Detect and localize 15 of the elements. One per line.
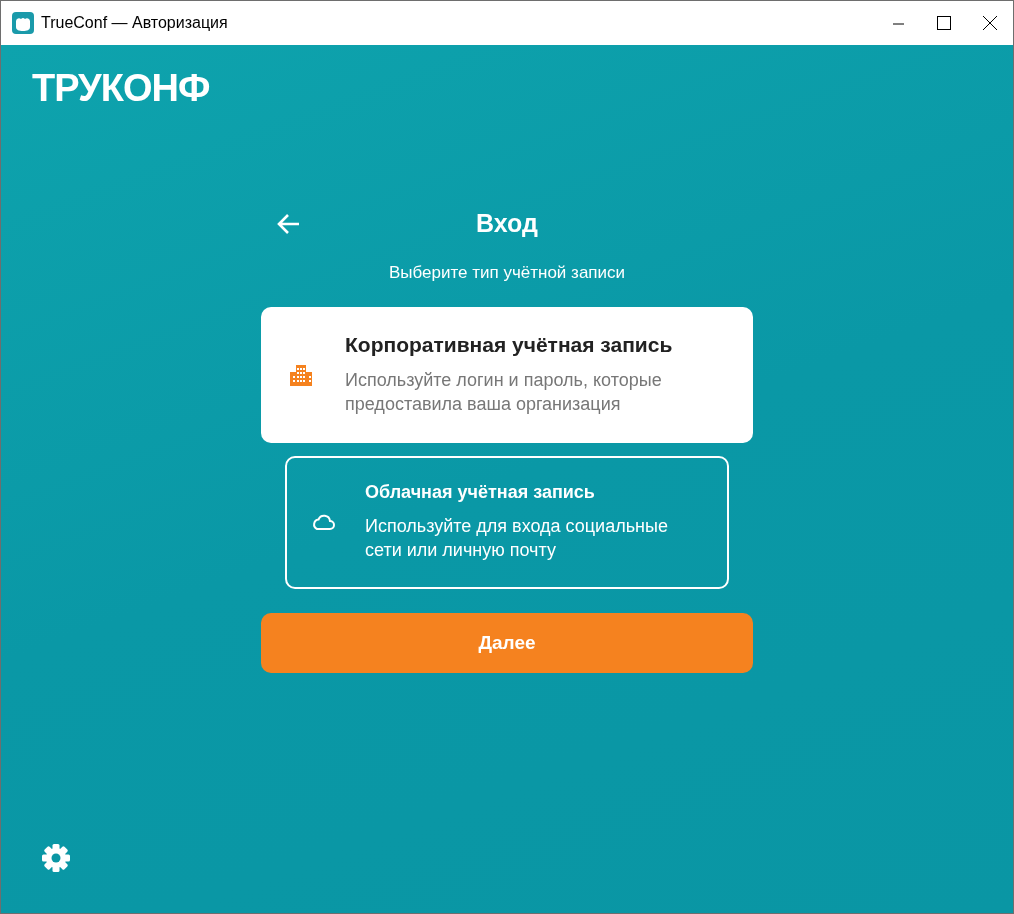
- maximize-icon[interactable]: [937, 16, 951, 30]
- account-type-option[interactable]: Облачная учётная запись Используйте для входа социальные сети или личную почту: [285, 455, 729, 589]
- app-icon: [12, 12, 34, 34]
- account-type-option[interactable]: Корпоративная учётная запись Используйте логин и пароль, которые предоставила ваша организация: [261, 306, 753, 443]
- option-description: Используйте логин и пароль, которые предоставила ваша организация: [345, 369, 663, 416]
- logo: ТРУКОНФ: [32, 68, 210, 110]
- option-title: Корпоративная учётная запись: [345, 333, 674, 358]
- next-button[interactable]: Далее: [261, 612, 753, 673]
- option-description: Используйте для входа социальные сети или личную почту: [365, 515, 669, 562]
- page-title: Вход: [476, 209, 538, 239]
- option-title: Облачная учётная запись: [365, 482, 596, 504]
- settings-icon[interactable]: [39, 841, 73, 875]
- subtitle: Выберите тип учётной записи: [388, 262, 626, 283]
- close-icon[interactable]: [983, 16, 997, 30]
- window-title: TrueConf — Авторизация: [41, 14, 228, 32]
